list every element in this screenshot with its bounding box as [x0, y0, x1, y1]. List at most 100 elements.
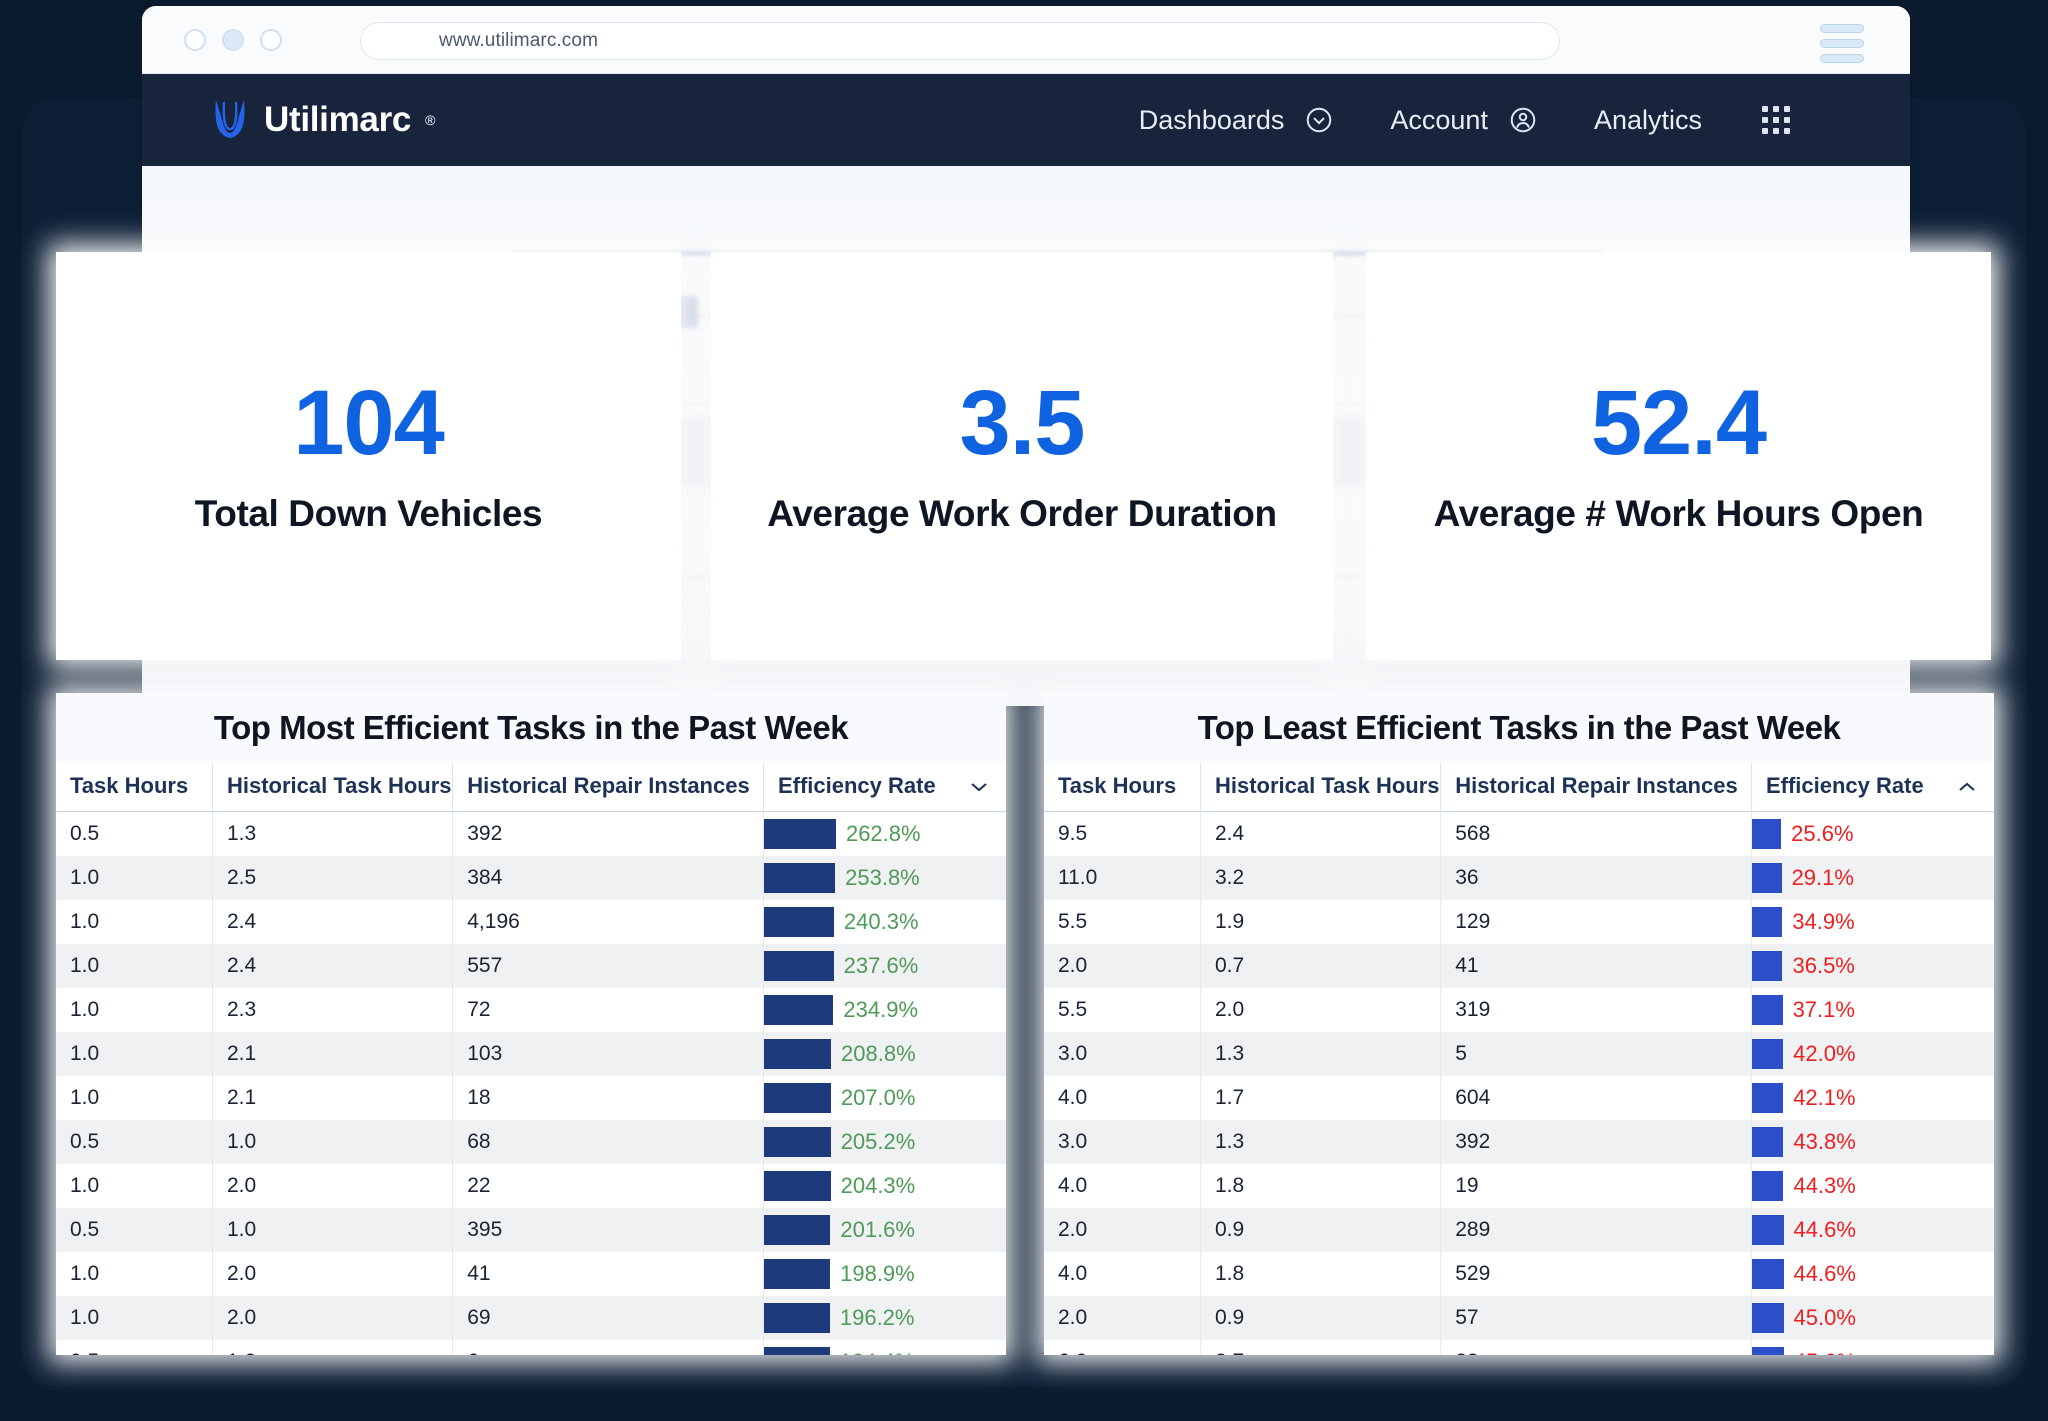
table-row[interactable]: 1.0 2.0 69 196.2%	[56, 1296, 1006, 1340]
hamburger-icon[interactable]	[1820, 24, 1864, 63]
table-row[interactable]: 5.5 1.9 129 34.9%	[1044, 900, 1994, 944]
chevron-down-circle-icon[interactable]	[1304, 105, 1334, 135]
efficiency-bar	[763, 1259, 831, 1289]
nav-item-analytics[interactable]: Analytics	[1594, 105, 1790, 136]
table-row[interactable]: 4.0 1.7 604 42.1%	[1044, 1076, 1994, 1120]
efficiency-bar	[1751, 1171, 1784, 1201]
efficiency-rate-value: 43.8%	[1793, 1129, 1856, 1154]
nav-item-dashboards[interactable]: Dashboards	[1139, 105, 1335, 136]
table-row[interactable]: 2.0 0.9 57 45.0%	[1044, 1296, 1994, 1340]
cell-efficiency-rate: 42.0%	[1750, 1032, 1994, 1076]
chevron-up-icon[interactable]	[1958, 773, 1976, 799]
cell-historical-repair-instances: 392	[452, 811, 764, 856]
col-historical-repair-instances[interactable]: Historical Repair Instances	[1440, 763, 1752, 812]
table-row[interactable]: 5.5 2.0 319 37.1%	[1044, 988, 1994, 1032]
cell-historical-task-hours: 1.8	[1199, 1252, 1441, 1296]
col-historical-task-hours[interactable]: Historical Task Hours	[211, 763, 453, 812]
cell-historical-task-hours: 1.0	[211, 1340, 453, 1355]
table-row[interactable]: 9.5 2.4 568 25.6%	[1044, 811, 1994, 856]
cell-efficiency-rate: 194.4%	[762, 1340, 1006, 1355]
efficiency-bar	[763, 1171, 831, 1201]
table-row[interactable]: 2.0 0.7 41 36.5%	[1044, 944, 1994, 988]
efficiency-rate-value: 253.8%	[845, 865, 920, 890]
cell-task-hours: 9.5	[1058, 822, 1088, 845]
user-circle-icon[interactable]	[1508, 105, 1538, 135]
cell-historical-task-hours: 2.4	[211, 944, 453, 988]
table-row[interactable]: 0.5 1.0 395 201.6%	[56, 1208, 1006, 1252]
window-controls[interactable]	[184, 28, 282, 51]
efficiency-bar	[1751, 1127, 1784, 1157]
cell-task-hours: 1.0	[70, 866, 100, 889]
cell-historical-task-hours: 1.3	[1199, 1032, 1441, 1076]
table-row[interactable]: 3.0 1.3 5 42.0%	[1044, 1032, 1994, 1076]
col-historical-task-hours[interactable]: Historical Task Hours	[1199, 763, 1441, 812]
col-efficiency-rate-label: Efficiency Rate	[777, 773, 936, 798]
cell-historical-task-hours: 2.7	[1199, 1340, 1441, 1355]
cell-task-hours: 4.0	[1058, 1262, 1088, 1285]
col-efficiency-rate[interactable]: Efficiency Rate	[1750, 763, 1994, 812]
table-row[interactable]: 4.0 1.8 19 44.3%	[1044, 1164, 1994, 1208]
cell-task-hours: 5.5	[1058, 998, 1088, 1021]
efficiency-rate-value: 42.0%	[1793, 1041, 1856, 1066]
table-row[interactable]: 4.0 1.8 529 44.6%	[1044, 1252, 1994, 1296]
col-task-hours[interactable]: Task Hours	[1044, 763, 1201, 812]
table-row[interactable]: 6.02.722 45.6%	[1044, 1340, 1994, 1355]
cell-task-hours: 5.5	[1058, 910, 1088, 933]
table-row[interactable]: 1.0 2.4 4,196 240.3%	[56, 900, 1006, 944]
close-window-dot[interactable]	[184, 28, 206, 51]
cell-historical-repair-instances: 5	[1440, 1032, 1752, 1076]
table-row[interactable]: 1.0 2.3 72 234.9%	[56, 988, 1006, 1032]
efficiency-rate-value: 208.8%	[841, 1041, 916, 1066]
table-row[interactable]: 3.0 1.3 392 43.8%	[1044, 1120, 1994, 1164]
efficiency-rate-value: 194.4%	[840, 1349, 915, 1355]
app-grid-icon[interactable]	[1762, 106, 1790, 134]
brand-logo[interactable]: Utilimarc ®	[210, 96, 435, 145]
minimize-window-dot[interactable]	[222, 28, 244, 51]
table-row[interactable]: 0.5 1.3 392 262.8%	[56, 811, 1006, 856]
cell-efficiency-rate: 36.5%	[1750, 944, 1994, 988]
brand-name: Utilimarc	[264, 100, 412, 139]
table-row[interactable]: 1.0 2.0 41 198.9%	[56, 1252, 1006, 1296]
table-row[interactable]: 1.0 2.4 557 237.6%	[56, 944, 1006, 988]
maximize-window-dot[interactable]	[260, 28, 282, 51]
cell-historical-repair-instances: 22	[1440, 1340, 1752, 1355]
table-row[interactable]: 1.0 2.0 22 204.3%	[56, 1164, 1006, 1208]
hamburger-bar	[1820, 24, 1864, 33]
table-header: Task Hours Historical Task Hours Histori…	[56, 763, 1006, 812]
chevron-down-icon[interactable]	[970, 773, 988, 799]
efficiency-bar	[1751, 1303, 1784, 1333]
table-row[interactable]: 1.0 2.1 18 207.0%	[56, 1076, 1006, 1120]
kpi-label: Average # Work Hours Open	[1433, 493, 1924, 534]
efficiency-rate-value: 42.1%	[1793, 1085, 1856, 1110]
col-historical-repair-instances[interactable]: Historical Repair Instances	[452, 763, 764, 812]
kpi-card-average-work-hours-open[interactable]: 52.4 Average # Work Hours Open	[1366, 252, 1991, 660]
table-row[interactable]: 1.0 2.5 384 253.8%	[56, 856, 1006, 900]
efficiency-rate-value: 196.2%	[839, 1305, 915, 1330]
cell-efficiency-rate: 42.1%	[1750, 1076, 1994, 1120]
table-header-row: Task Hours Historical Task Hours Histori…	[1044, 763, 1994, 812]
table-row[interactable]: 0.51.06 194.4%	[56, 1340, 1006, 1355]
nav-item-account[interactable]: Account	[1390, 105, 1538, 136]
efficiency-rate-value: 198.9%	[840, 1261, 915, 1286]
address-bar[interactable]: www.utilimarc.com	[360, 22, 1560, 60]
cell-efficiency-rate: 240.3%	[762, 900, 1006, 944]
registered-mark: ®	[425, 112, 436, 128]
efficiency-bar	[763, 1127, 831, 1157]
efficiency-bar	[763, 1083, 831, 1113]
efficiency-bar	[763, 1215, 831, 1245]
table-row[interactable]: 0.5 1.0 68 205.2%	[56, 1120, 1006, 1164]
col-efficiency-rate[interactable]: Efficiency Rate	[762, 763, 1006, 812]
kpi-card-total-down-vehicles[interactable]: 104 Total Down Vehicles	[56, 252, 681, 660]
cell-historical-repair-instances: 72	[452, 988, 764, 1032]
cell-historical-task-hours: 1.3	[1199, 1120, 1441, 1164]
col-task-hours[interactable]: Task Hours	[56, 763, 213, 812]
table-row[interactable]: 11.0 3.2 36 29.1%	[1044, 856, 1994, 900]
efficiency-rate-value: 237.6%	[843, 953, 919, 978]
efficiency-rate-value: 44.3%	[1793, 1173, 1856, 1198]
kpi-card-average-work-order-duration[interactable]: 3.5 Average Work Order Duration	[711, 252, 1333, 660]
efficiency-bar	[1751, 1347, 1784, 1355]
efficiency-bar	[763, 1039, 832, 1069]
efficiency-bar	[763, 1303, 830, 1333]
table-row[interactable]: 1.0 2.1 103 208.8%	[56, 1032, 1006, 1076]
table-row[interactable]: 2.0 0.9 289 44.6%	[1044, 1208, 1994, 1252]
